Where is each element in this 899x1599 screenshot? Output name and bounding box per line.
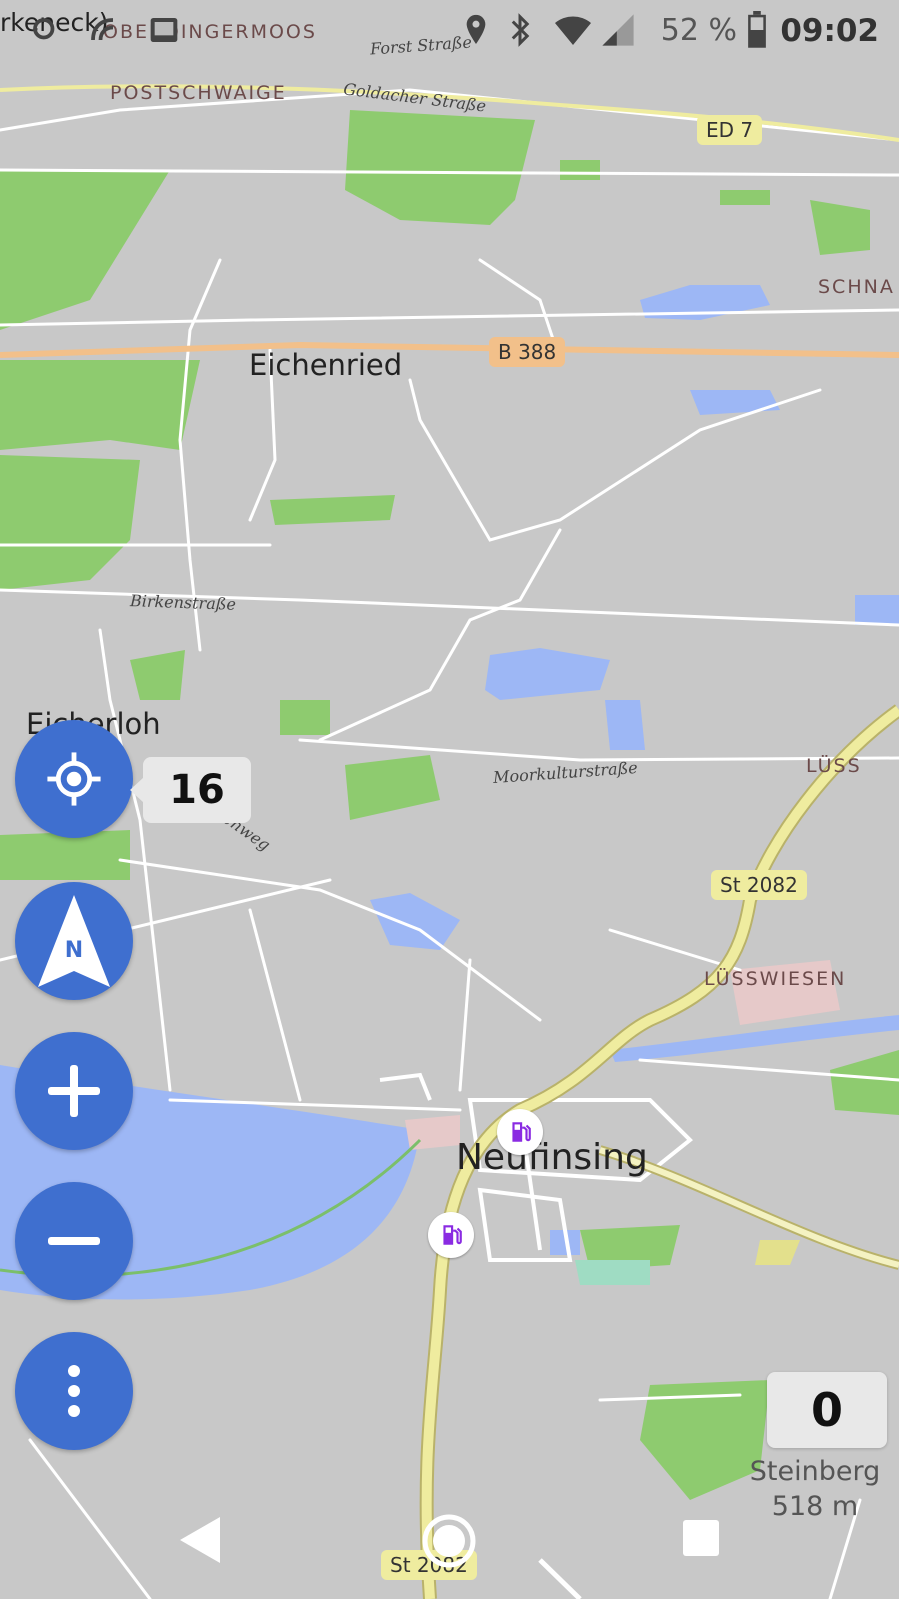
locality-luesswiesen: LÜSSWIESEN: [704, 968, 847, 990]
compass-button[interactable]: N: [15, 882, 133, 1000]
fuel-station-icon[interactable]: [497, 1109, 543, 1155]
street-birken: Birkenstraße: [129, 591, 237, 614]
status-time: 09:02: [780, 13, 879, 49]
road-badge-b388: B 388: [489, 337, 566, 367]
peak-info: Steinberg 518 m: [730, 1454, 899, 1524]
place-eichenried: Eichenried: [249, 348, 403, 382]
battery-percent: 52 %: [660, 13, 737, 48]
peak-elevation: 518 m: [771, 1491, 859, 1522]
wifi-icon: [555, 16, 591, 45]
fuel-station-icon[interactable]: [428, 1212, 474, 1258]
activity-icon: [91, 18, 114, 41]
peak-name: Steinberg: [749, 1456, 881, 1487]
place-neufinsing: Neufinsing: [456, 1137, 648, 1178]
battery-icon: [748, 11, 766, 48]
zoom-out-button[interactable]: [15, 1182, 133, 1300]
zoom-in-icon: [48, 1065, 100, 1117]
compass-letter: N: [65, 938, 83, 963]
compass-icon: N: [38, 895, 110, 987]
zoom-out-icon: [48, 1237, 100, 1245]
status-bar: rkeneck) 52 % 09:02: [0, 0, 899, 64]
road-badge-st2082: St 2082: [711, 870, 807, 900]
more-icon: [68, 1365, 80, 1417]
notification-icon: [33, 18, 55, 40]
zoom-level-indicator: 16: [130, 757, 251, 823]
image-icon: [150, 18, 178, 42]
my-location-icon: [47, 752, 101, 806]
locality-luess: LÜSS: [806, 755, 862, 777]
recents-icon[interactable]: [681, 1518, 721, 1558]
back-icon[interactable]: [178, 1515, 222, 1565]
speed-indicator: 0: [767, 1372, 887, 1448]
bluetooth-icon: [511, 13, 530, 47]
location-pin-icon: [466, 14, 486, 45]
locality-schna: SCHNA: [818, 276, 895, 298]
road-badge-ed7: ED 7: [697, 115, 763, 145]
locality-postschwaige: POSTSCHWAIGE: [110, 82, 287, 104]
signal-icon: [602, 14, 634, 46]
zoom-in-button[interactable]: [15, 1032, 133, 1150]
more-options-button[interactable]: [15, 1332, 133, 1450]
my-location-button[interactable]: [15, 720, 133, 838]
home-icon[interactable]: [418, 1510, 480, 1572]
